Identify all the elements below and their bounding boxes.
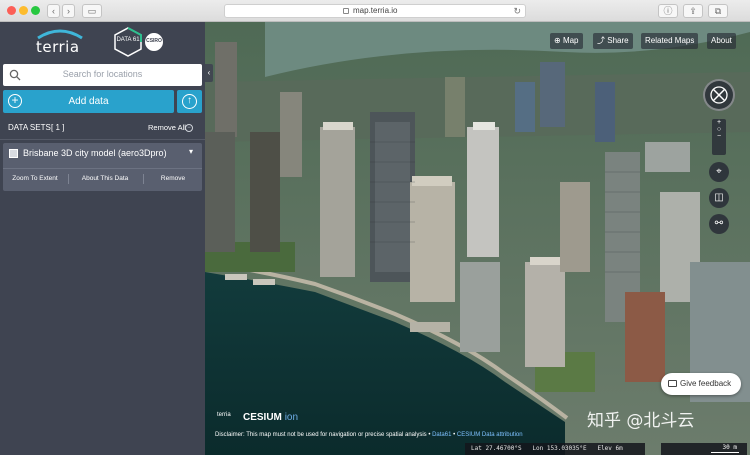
give-feedback-button[interactable]: Give feedback xyxy=(661,373,741,395)
location-search-input[interactable]: Search for locations xyxy=(3,64,202,86)
split-icon[interactable]: ◫ xyxy=(709,188,729,208)
cesium-logo-text: CESIUM xyxy=(243,412,282,423)
sidebar-toggle-button[interactable]: ▭ xyxy=(82,4,102,18)
related-maps-button[interactable]: Related Maps xyxy=(641,33,699,49)
disclaimer: Disclaimer: This map must not be used fo… xyxy=(215,432,523,438)
compass-icon[interactable] xyxy=(703,79,735,111)
tabs-button[interactable]: ⧉ xyxy=(708,4,728,18)
dataset-item: Brisbane 3D city model (aero3Dpro) ▾ Zoo… xyxy=(3,143,202,191)
minimize-window-button[interactable] xyxy=(19,6,28,15)
ion-logo-text: ion xyxy=(284,412,299,423)
back-button[interactable]: ‹ xyxy=(47,4,60,18)
scale-label: 30 m xyxy=(722,444,737,451)
location-icon[interactable]: ⌖ xyxy=(709,162,729,182)
upload-icon: ↑ xyxy=(182,94,197,109)
data61-logo-text: DATA 61 xyxy=(116,37,140,43)
plus-icon: + xyxy=(8,94,22,108)
remove-dataset-button[interactable]: Remove xyxy=(144,169,202,189)
zoom-to-extent-button[interactable]: Zoom To Extent xyxy=(3,169,67,189)
address-bar[interactable]: map.terria.io ↻ xyxy=(224,4,526,18)
dataset-visibility-checkbox[interactable] xyxy=(9,149,18,158)
datasets-count: [ 1 ] xyxy=(51,123,65,132)
csiro-logo-icon: CSIRO xyxy=(145,33,163,51)
dataset-actions: Zoom To Extent About This Data Remove xyxy=(3,168,202,188)
map-view[interactable]: ‹ ⊕ Map ⤴ Share Related Maps About + ○ −… xyxy=(205,22,750,455)
datasets-header: DATA SETS [ 1 ] Remove All − xyxy=(0,120,205,136)
app-window: ‹ › ▭ map.terria.io ↻ ⓘ ⇪ ⧉ terria DATA … xyxy=(0,0,750,455)
elevation-text: Elev 6m xyxy=(597,445,623,452)
cesium-ion-logo[interactable]: CESIUM ion xyxy=(243,412,298,423)
data61-logo-icon: DATA 61 xyxy=(114,27,142,57)
collapse-sidebar-button[interactable]: ‹ xyxy=(205,64,213,82)
terria-small-logo: terria xyxy=(217,412,231,418)
upload-data-button[interactable]: ↑ xyxy=(177,90,202,113)
feedback-icon xyxy=(668,380,677,387)
measure-icon[interactable]: ⚯ xyxy=(709,214,729,234)
longitude-text: Lon 153.03035°E xyxy=(532,445,587,452)
zoom-window-button[interactable] xyxy=(31,6,40,15)
scale-line xyxy=(711,452,739,453)
share-button[interactable]: ⤴ Share xyxy=(593,33,633,49)
cesium-link[interactable]: CESIUM xyxy=(457,432,480,438)
disclaimer-text: Disclaimer: This map must not be used fo… xyxy=(215,432,427,438)
coordinates-readout: Lat 27.46700°S Lon 153.03035°E Elev 6m xyxy=(465,443,645,455)
add-data-label: Add data xyxy=(68,96,109,107)
add-data-button[interactable]: + Add data xyxy=(3,90,174,113)
close-window-button[interactable] xyxy=(7,6,16,15)
data-attribution-link[interactable]: Data attribution xyxy=(482,432,523,438)
reload-icon[interactable]: ↻ xyxy=(513,5,521,17)
remove-circle-icon[interactable]: − xyxy=(185,124,193,132)
share-menu-label: Share xyxy=(607,36,629,45)
dataset-name[interactable]: Brisbane 3D city model (aero3Dpro) xyxy=(23,148,167,158)
share-icon: ⤴ xyxy=(597,36,605,45)
url-text: map.terria.io xyxy=(353,6,398,15)
datasets-title: DATA SETS xyxy=(8,123,51,132)
info-button[interactable]: ⓘ xyxy=(658,4,678,18)
latitude-text: Lat 27.46700°S xyxy=(471,445,522,452)
watermark: 知乎 @北斗云 xyxy=(587,411,695,431)
zoom-out-icon[interactable]: − xyxy=(712,133,726,140)
remove-all-button[interactable]: Remove All xyxy=(148,123,186,132)
search-placeholder: Search for locations xyxy=(62,69,143,79)
zoom-control: + ○ − xyxy=(712,119,726,155)
zoom-in-icon[interactable]: + xyxy=(712,119,726,126)
scale-bar: 30 m xyxy=(661,443,747,455)
lock-icon xyxy=(343,8,349,14)
logo-area: terria DATA 61 CSIRO xyxy=(0,22,205,62)
about-button[interactable]: About xyxy=(707,33,736,49)
terria-logo-text: terria xyxy=(36,38,80,56)
about-this-data-button[interactable]: About This Data xyxy=(69,169,141,189)
workbench-panel: terria DATA 61 CSIRO Search for location… xyxy=(0,22,205,455)
globe-icon: ⊕ xyxy=(554,36,561,45)
zoom-reset-icon[interactable]: ○ xyxy=(712,126,726,133)
chevron-down-icon[interactable]: ▾ xyxy=(189,147,193,156)
data61-link[interactable]: Data61 xyxy=(432,432,451,438)
forward-button[interactable]: › xyxy=(62,4,75,18)
browser-toolbar: ‹ › ▭ map.terria.io ↻ ⓘ ⇪ ⧉ xyxy=(0,0,750,22)
compass-needle-icon xyxy=(710,86,728,104)
divider xyxy=(0,139,205,140)
share-page-button[interactable]: ⇪ xyxy=(683,4,703,18)
map-menu-label: Map xyxy=(562,36,579,45)
map-settings-button[interactable]: ⊕ Map xyxy=(550,33,583,49)
feedback-label: Give feedback xyxy=(680,379,732,388)
